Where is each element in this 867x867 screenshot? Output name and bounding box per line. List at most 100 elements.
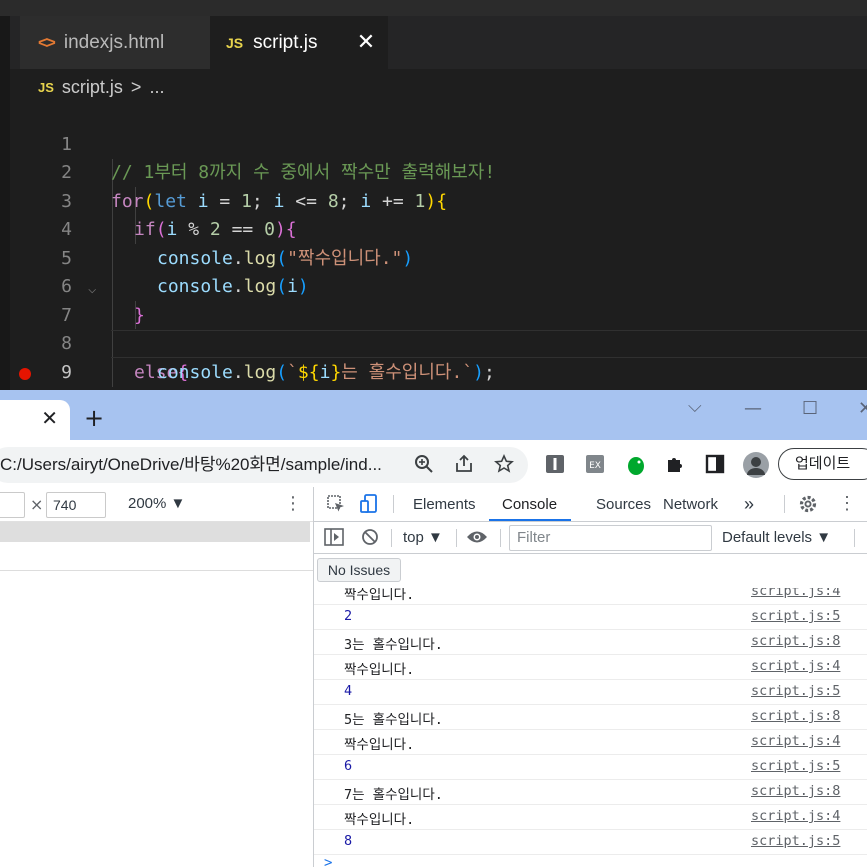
log-source-link[interactable]: script.js:4 — [751, 808, 840, 824]
extensions-puzzle-icon[interactable] — [665, 454, 685, 474]
inspect-element-icon[interactable] — [326, 494, 346, 518]
divider — [456, 529, 457, 547]
tab-sources[interactable]: Sources — [596, 487, 651, 522]
bookmark-star-icon[interactable] — [494, 454, 514, 479]
code-line: 2 for(let i = 1; i <= 8; i += 1){ — [10, 131, 867, 212]
fold-chevron-icon[interactable]: ⌵ — [88, 275, 96, 304]
issues-button[interactable]: No Issues — [317, 558, 401, 582]
zoom-icon[interactable] — [414, 454, 434, 479]
log-source-link[interactable]: script.js:5 — [751, 683, 840, 699]
avatar[interactable] — [742, 451, 770, 479]
screenshot: { "vscode": { "tabs": [ {"icon": "<>", "… — [0, 0, 867, 867]
log-entry: 짝수입니다. script.js:4 — [314, 588, 867, 605]
tab-console[interactable]: Console — [502, 487, 557, 522]
code-line: 5 console.log(i) — [10, 216, 867, 298]
height-input[interactable]: 740 — [46, 492, 106, 518]
breadcrumb: JS script.js > ... — [38, 74, 164, 100]
device-toolbar: × 740 200% ▼ ⋮ — [0, 487, 313, 522]
log-message: 5는 홀수입니다. — [344, 712, 443, 728]
code-line: 3 if(i % 2 == 0){ — [10, 159, 867, 241]
log-source-link[interactable]: script.js:8 — [751, 633, 840, 649]
close-tab-icon[interactable]: ✕ — [356, 30, 376, 54]
js-file-icon: JS — [226, 34, 244, 51]
evernote-icon[interactable] — [625, 454, 645, 475]
live-expression-eye-icon[interactable] — [466, 529, 488, 549]
log-source-link[interactable]: script.js:4 — [751, 733, 840, 749]
log-message: 6 — [344, 758, 353, 774]
vscode-editor: <> indexjs.html JS script.js ✕ JS script… — [0, 0, 867, 468]
extension-ex-icon[interactable]: EX — [585, 454, 605, 474]
console-log: 짝수입니다. script.js:4 2 script.js:5 3는 홀수입니… — [314, 588, 867, 867]
log-message: 7는 홀수입니다. — [344, 787, 443, 803]
js-file-icon: JS — [38, 79, 54, 95]
log-source-link[interactable]: script.js:4 — [751, 658, 840, 674]
log-entry: 7는 홀수입니다. script.js:8 — [314, 780, 867, 805]
console-toolbar: top ▼ Filter Default levels ▼ — [314, 522, 867, 554]
tab-network[interactable]: Network — [663, 487, 718, 522]
breakpoint-icon[interactable] — [19, 367, 31, 380]
log-source-link[interactable]: script.js:4 — [751, 588, 840, 599]
log-entry: 5는 홀수입니다. script.js:8 — [314, 705, 867, 730]
minimize-button[interactable]: — — [744, 398, 762, 419]
divider — [393, 495, 394, 513]
tab-search-icon[interactable]: ⌵ — [688, 396, 702, 417]
show-sidebar-icon[interactable] — [324, 528, 344, 550]
log-source-link[interactable]: script.js:5 — [751, 833, 840, 849]
tab-elements[interactable]: Elements — [413, 487, 476, 522]
log-message: 짝수입니다. — [344, 812, 415, 828]
extension-icon[interactable] — [545, 454, 565, 474]
tab-script-js[interactable]: JS script.js ✕ — [210, 16, 388, 69]
zoom-dropdown[interactable]: 200% ▼ — [128, 495, 185, 512]
divider — [854, 529, 855, 547]
devtools-panel: Elements Console Sources Network » ⋮ top… — [313, 487, 867, 867]
address-bar[interactable]: C:/Users/airyt/OneDrive/바탕%20화면/sample/i… — [0, 447, 528, 483]
breadcrumb-symbol[interactable]: ... — [149, 77, 164, 98]
width-input[interactable] — [0, 492, 25, 518]
customize-menu-icon[interactable]: ⋮ — [838, 493, 856, 514]
log-entry: 3는 홀수입니다. script.js:8 — [314, 630, 867, 655]
log-entry: 짝수입니다. script.js:4 — [314, 730, 867, 755]
more-options-icon[interactable]: ⋮ — [284, 493, 302, 514]
update-button[interactable]: 업데이트 — [778, 448, 867, 480]
page-viewport: × 740 200% ▼ ⋮ — [0, 487, 313, 867]
log-entry: 짝수입니다. script.js:4 — [314, 655, 867, 680]
share-icon[interactable] — [454, 454, 474, 479]
editor-tab-bar: <> indexjs.html JS script.js ✕ — [10, 16, 867, 69]
chevron-right-icon: > — [130, 76, 142, 97]
title-bar: ✕ + ⌵ — ☐ ✕ — [0, 390, 867, 440]
log-source-link[interactable]: script.js:8 — [751, 708, 840, 724]
maximize-button[interactable]: ☐ — [802, 398, 818, 419]
log-source-link[interactable]: script.js:5 — [751, 758, 840, 774]
log-entry: 8 script.js:5 — [314, 830, 867, 855]
breadcrumb-file[interactable]: script.js — [62, 77, 123, 98]
divider — [784, 495, 785, 513]
code-line: 4 console.log("짝수입니다.") — [10, 188, 867, 269]
new-tab-button[interactable]: + — [84, 404, 104, 432]
close-window-button[interactable]: ✕ — [858, 398, 867, 419]
more-tabs-icon[interactable]: » — [744, 487, 754, 522]
url-text[interactable]: C:/Users/airyt/OneDrive/바탕%20화면/sample/i… — [0, 447, 382, 483]
html-file-icon: <> — [38, 32, 56, 52]
log-message: 짝수입니다. — [344, 588, 415, 603]
log-source-link[interactable]: script.js:8 — [751, 783, 840, 799]
tab-indexjs-html[interactable]: <> indexjs.html — [20, 16, 210, 69]
prompt-chevron-icon: > — [324, 855, 333, 867]
log-message: 3는 홀수입니다. — [344, 637, 443, 653]
log-entry: 4 script.js:5 — [314, 680, 867, 705]
divider — [0, 570, 313, 571]
side-panel-icon[interactable] — [705, 454, 725, 474]
console-filter-input[interactable]: Filter — [509, 525, 712, 551]
tab-label: script.js — [253, 31, 318, 53]
close-tab-icon[interactable]: ✕ — [41, 406, 58, 430]
console-prompt[interactable]: > — [314, 855, 867, 867]
browser-tab[interactable]: ✕ — [0, 400, 70, 440]
code-line: 9 } — [10, 330, 867, 412]
settings-gear-icon[interactable] — [798, 494, 818, 518]
log-source-link[interactable]: script.js:5 — [751, 608, 840, 624]
log-levels-dropdown[interactable]: Default levels ▼ — [722, 529, 831, 546]
context-selector[interactable]: top ▼ — [403, 529, 443, 546]
device-toggle-icon[interactable] — [359, 493, 379, 519]
code-editor[interactable]: 1 // 1부터 8까지 수 중에서 짝수만 출력해보자! 2 for(let … — [10, 102, 867, 468]
clear-console-icon[interactable] — [361, 528, 379, 550]
code-line: 1 // 1부터 8까지 수 중에서 짝수만 출력해보자! — [10, 102, 867, 184]
